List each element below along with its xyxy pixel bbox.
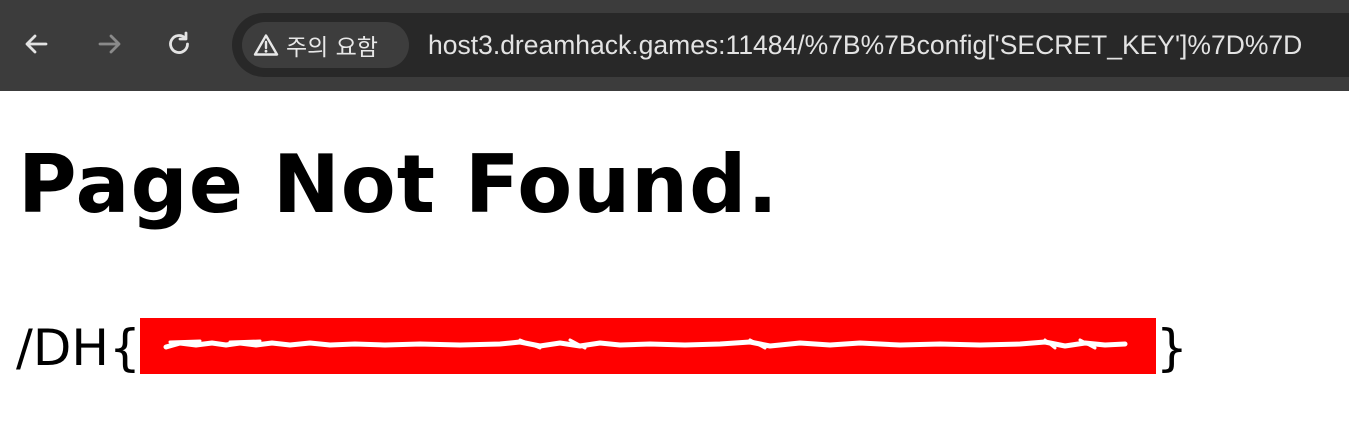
redaction-scribble [163,338,1128,350]
flag-suffix: } [1156,319,1188,377]
reload-button[interactable] [157,22,201,66]
page-content: Page Not Found. /DH{ } [0,91,1349,422]
url-text[interactable]: host3.dreamhack.games:11484/%7B%7Bconfig… [428,29,1302,61]
page-title: Page Not Found. [18,138,779,231]
flag-line: /DH{ } [16,318,1216,378]
arrow-left-icon [22,30,50,58]
warning-triangle-icon [253,32,279,58]
flag-prefix: /DH{ [16,319,141,377]
browser-toolbar: 주의 요함 host3.dreamhack.games:11484/%7B%7B… [0,0,1349,91]
back-button[interactable] [14,22,58,66]
arrow-right-icon [96,30,124,58]
security-indicator-chip[interactable]: 주의 요함 [242,22,409,68]
reload-icon [165,30,193,58]
security-label: 주의 요함 [286,35,378,61]
address-bar[interactable]: 주의 요함 host3.dreamhack.games:11484/%7B%7B… [232,13,1349,77]
forward-button[interactable] [88,22,132,66]
redaction-box [140,318,1156,374]
